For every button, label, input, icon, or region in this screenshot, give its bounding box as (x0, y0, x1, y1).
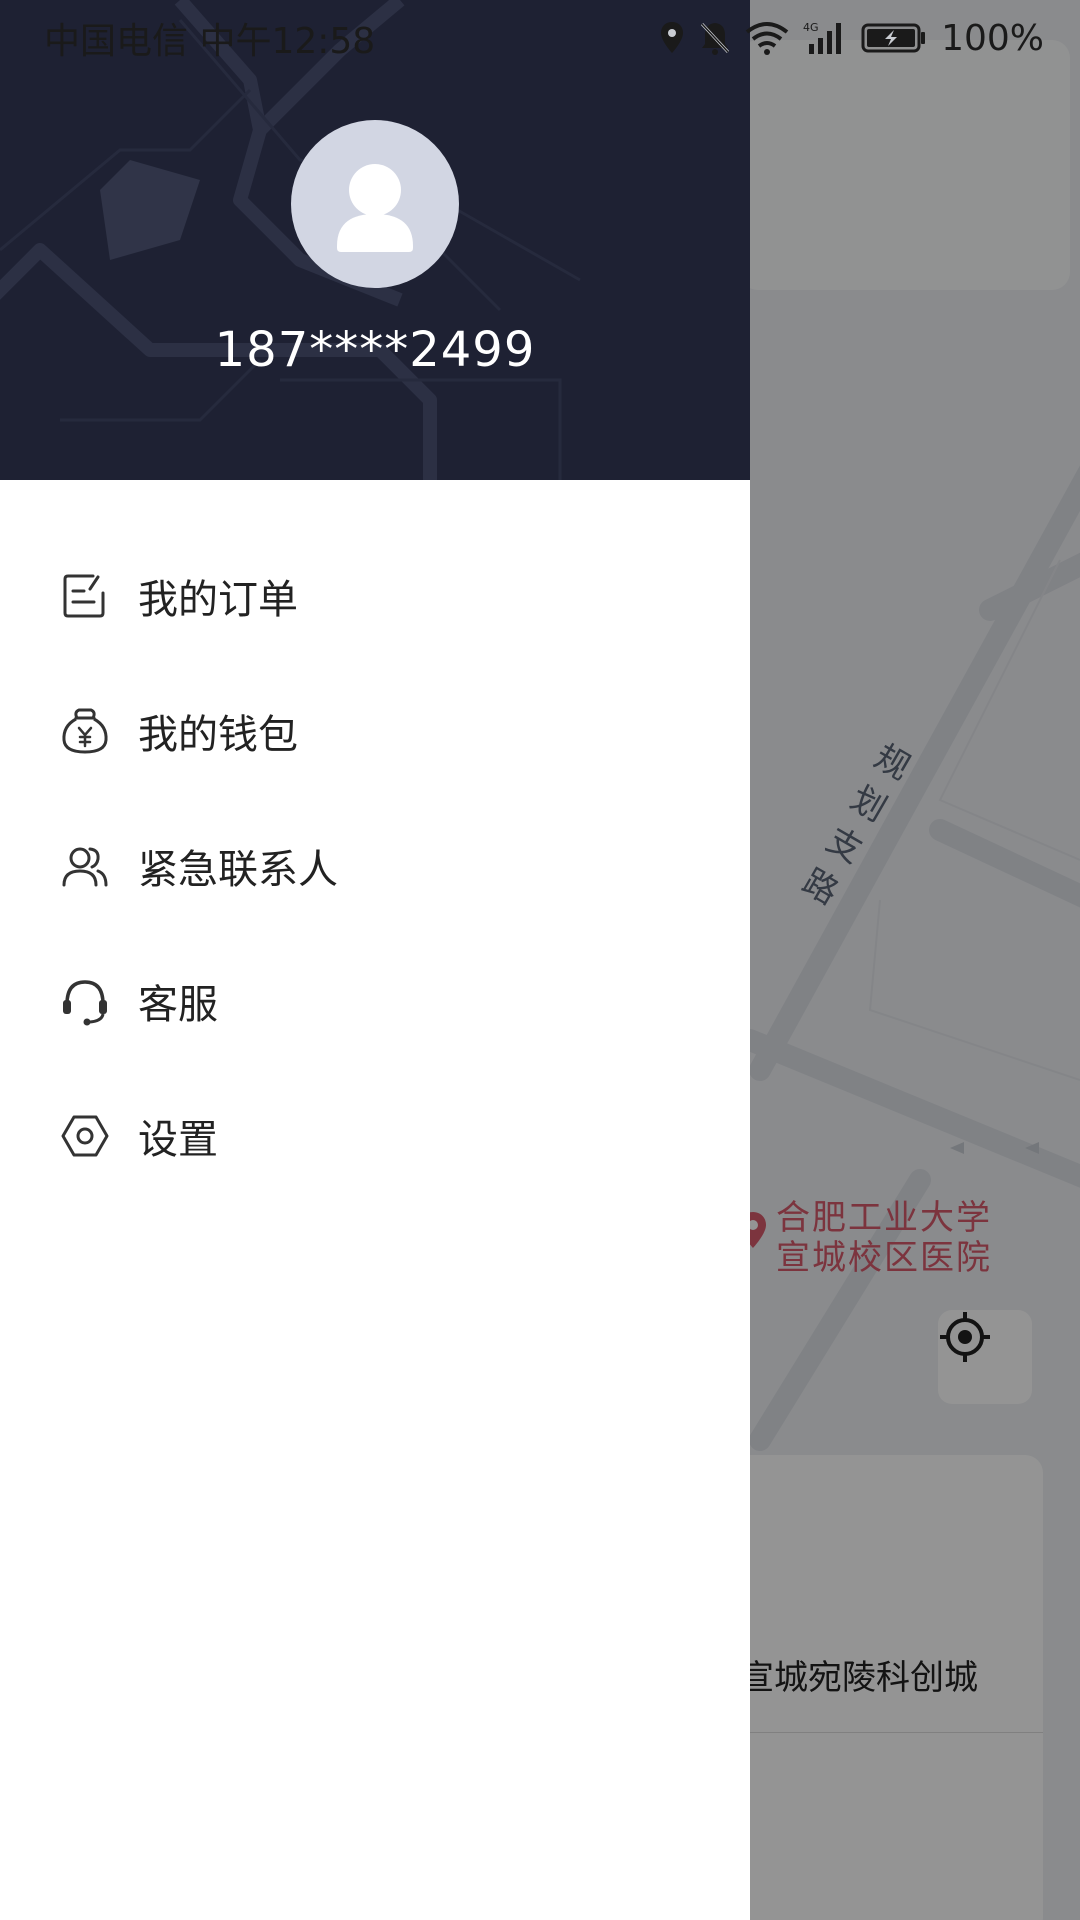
status-icons: 4G 100% (659, 18, 1044, 59)
menu-label: 我的订单 (138, 576, 298, 623)
menu-label: 设置 (138, 1116, 218, 1163)
menu-item-orders[interactable]: 我的订单 (0, 528, 750, 663)
menu-label: 紧急联系人 (138, 846, 338, 893)
user-phone: 187****2499 (214, 322, 536, 378)
wifi-icon (745, 22, 789, 55)
wallet-icon (62, 708, 108, 754)
battery-charging-icon (861, 23, 926, 53)
menu-item-emergency-contacts[interactable]: 紧急联系人 (0, 798, 750, 933)
status-bar: 中国电信 中午12:58 4G 100% (0, 0, 1080, 76)
status-carrier-time: 中国电信 中午12:58 (44, 21, 376, 62)
menu-item-customer-service[interactable]: 客服 (0, 933, 750, 1068)
menu-label: 客服 (138, 981, 218, 1028)
battery-percent: 100% (941, 17, 1044, 59)
avatar[interactable] (291, 120, 459, 288)
location-icon (661, 22, 684, 53)
contacts-icon (62, 847, 108, 886)
navigation-drawer: 187****2499 我的订单 我的钱包 紧急联系人 客服 设置 (0, 0, 750, 1920)
drawer-menu: 我的订单 我的钱包 紧急联系人 客服 设置 (0, 528, 750, 1203)
headset-icon (63, 979, 107, 1025)
menu-label: 我的钱包 (138, 711, 298, 758)
settings-icon (61, 1115, 109, 1156)
order-icon (63, 574, 105, 617)
mute-icon (700, 22, 730, 55)
menu-item-settings[interactable]: 设置 (0, 1068, 750, 1203)
menu-item-wallet[interactable]: 我的钱包 (0, 663, 750, 798)
svg-text:4G: 4G (803, 21, 819, 34)
4g-signal-icon: 4G (803, 21, 842, 54)
user-icon (337, 164, 413, 252)
